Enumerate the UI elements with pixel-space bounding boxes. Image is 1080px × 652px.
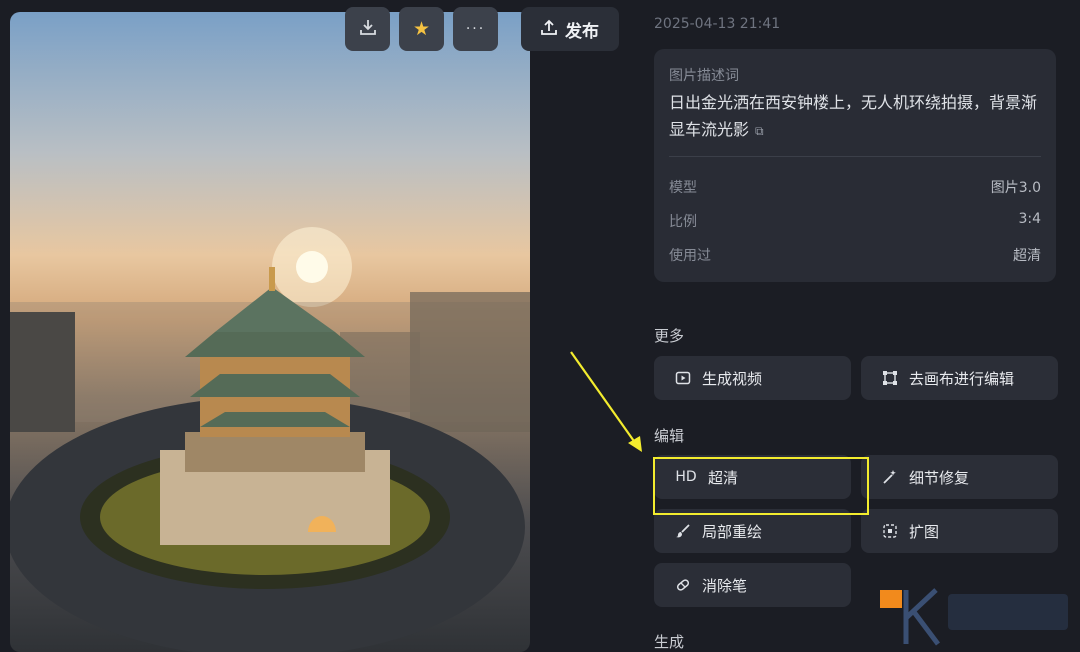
star-icon: ★ bbox=[412, 18, 431, 40]
watermark-logo bbox=[880, 588, 1068, 646]
annotation-highlight-box bbox=[653, 457, 869, 515]
info-card: 图片描述词 日出金光洒在西安钟楼上，无人机环绕拍摄，背景渐显车流光影 ⧉ 模型 图… bbox=[654, 49, 1056, 282]
divider bbox=[669, 156, 1041, 157]
more-options-button[interactable]: ··· bbox=[453, 7, 498, 51]
publish-label: 发布 bbox=[565, 21, 599, 42]
meta-row-used: 使用过 超清 bbox=[669, 245, 1041, 265]
download-icon bbox=[359, 18, 377, 41]
action-label: 去画布进行编辑 bbox=[909, 369, 1015, 388]
action-label: 生成视频 bbox=[702, 369, 763, 388]
magic-wand-icon bbox=[881, 469, 899, 485]
meta-key: 使用过 bbox=[669, 248, 711, 264]
description-text: 日出金光洒在西安钟楼上，无人机环绕拍摄，背景渐显车流光影 ⧉ bbox=[669, 89, 1045, 145]
detail-repair-button[interactable]: 细节修复 bbox=[861, 455, 1058, 499]
section-title-edit: 编辑 bbox=[654, 427, 685, 445]
timestamp: 2025-04-13 21:41 bbox=[654, 16, 781, 32]
action-label: 扩图 bbox=[909, 522, 940, 541]
image-illustration bbox=[10, 227, 530, 652]
action-label: 消除笔 bbox=[702, 576, 748, 595]
generate-video-button[interactable]: 生成视频 bbox=[654, 356, 851, 400]
video-icon bbox=[674, 370, 692, 386]
meta-key: 模型 bbox=[669, 180, 697, 196]
generated-image[interactable] bbox=[10, 12, 530, 652]
favorite-button[interactable]: ★ bbox=[399, 7, 444, 51]
description-label: 图片描述词 bbox=[669, 68, 739, 84]
inpaint-button[interactable]: 局部重绘 bbox=[654, 509, 851, 553]
copy-icon[interactable]: ⧉ bbox=[755, 118, 764, 145]
more-icon: ··· bbox=[465, 21, 486, 37]
canvas-edit-button[interactable]: 去画布进行编辑 bbox=[861, 356, 1058, 400]
eraser-icon bbox=[674, 577, 692, 593]
download-button[interactable] bbox=[345, 7, 390, 51]
action-label: 局部重绘 bbox=[702, 522, 763, 541]
brush-icon bbox=[674, 523, 692, 539]
meta-row-ratio: 比例 3:4 bbox=[669, 211, 1041, 231]
section-title-more: 更多 bbox=[654, 327, 685, 345]
canvas-icon bbox=[881, 370, 899, 386]
publish-button[interactable]: 发布 bbox=[521, 7, 619, 51]
meta-row-model: 模型 图片3.0 bbox=[669, 177, 1041, 197]
description-content: 日出金光洒在西安钟楼上，无人机环绕拍摄，背景渐显车流光影 bbox=[669, 93, 1038, 139]
section-title-generate: 生成 bbox=[654, 633, 685, 651]
outpaint-button[interactable]: 扩图 bbox=[861, 509, 1058, 553]
action-label: 细节修复 bbox=[909, 468, 970, 487]
meta-value: 3:4 bbox=[1018, 211, 1041, 227]
meta-value: 图片3.0 bbox=[990, 180, 1041, 196]
eraser-button[interactable]: 消除笔 bbox=[654, 563, 851, 607]
upload-icon bbox=[541, 19, 557, 40]
expand-icon bbox=[881, 523, 899, 539]
meta-value: 超清 bbox=[1013, 248, 1041, 264]
meta-key: 比例 bbox=[669, 214, 697, 230]
